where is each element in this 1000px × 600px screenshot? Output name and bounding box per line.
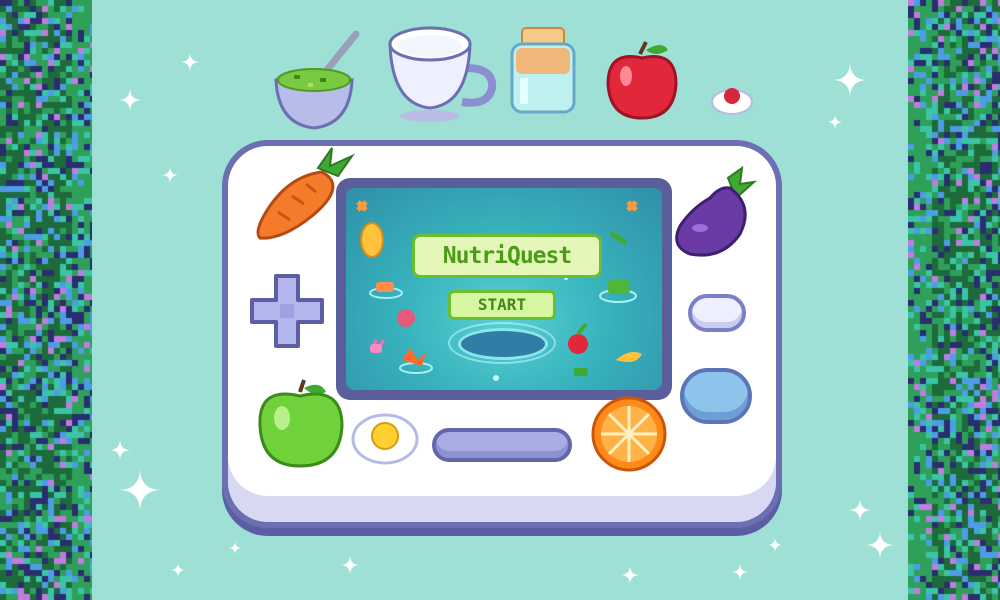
sparkle-icon — [731, 563, 749, 581]
sparkle-icon — [118, 468, 162, 512]
green-apple-icon — [258, 379, 344, 468]
sparkle-icon — [180, 52, 200, 72]
banana-icon — [616, 352, 642, 362]
sparkle-icon — [832, 62, 868, 98]
eggplant-icon — [675, 165, 758, 257]
mango-icon — [360, 222, 384, 258]
portal-hole — [458, 328, 548, 360]
tomato-icon — [568, 334, 588, 354]
sparkle-icon — [865, 530, 895, 560]
left-pixel-border — [0, 0, 92, 600]
small-action-button[interactable] — [688, 294, 746, 332]
fish-icon — [376, 282, 394, 292]
select-bar-button[interactable] — [432, 428, 572, 462]
sparkle-icon — [340, 555, 360, 575]
star-icon — [626, 200, 638, 212]
right-pixel-border — [908, 0, 1000, 600]
sparkle-icon — [161, 166, 179, 184]
sparkle-icon — [767, 537, 783, 553]
fried-egg-icon — [351, 413, 419, 465]
sparkle-icon — [109, 439, 131, 461]
dpad-icon[interactable] — [250, 274, 324, 348]
start-button[interactable]: START — [448, 290, 556, 320]
cherry-icon — [711, 88, 753, 115]
sparkle-icon — [620, 565, 640, 585]
carrot-icon — [256, 147, 355, 240]
red-apple-icon — [606, 41, 678, 120]
sparkle-icon — [848, 498, 872, 522]
milk-cup-icon — [388, 26, 497, 122]
broccoli-icon — [608, 280, 630, 294]
game-scene: NutriQuest START — [0, 0, 1000, 600]
juice-jar-icon — [510, 27, 576, 114]
sparkle-icon — [827, 114, 843, 130]
big-action-button[interactable] — [680, 368, 752, 424]
green-soup-bowl-icon — [274, 30, 360, 130]
leaf-icon — [609, 230, 628, 246]
sparkle-icon — [228, 541, 242, 555]
sparkle-icon — [170, 562, 186, 578]
game-screen: NutriQuest START — [346, 188, 662, 390]
sparkle-icon — [118, 88, 142, 112]
orange-slice-icon — [591, 396, 667, 472]
radish-icon — [397, 309, 415, 327]
star-icon — [356, 200, 368, 212]
game-title: NutriQuest — [412, 234, 602, 278]
